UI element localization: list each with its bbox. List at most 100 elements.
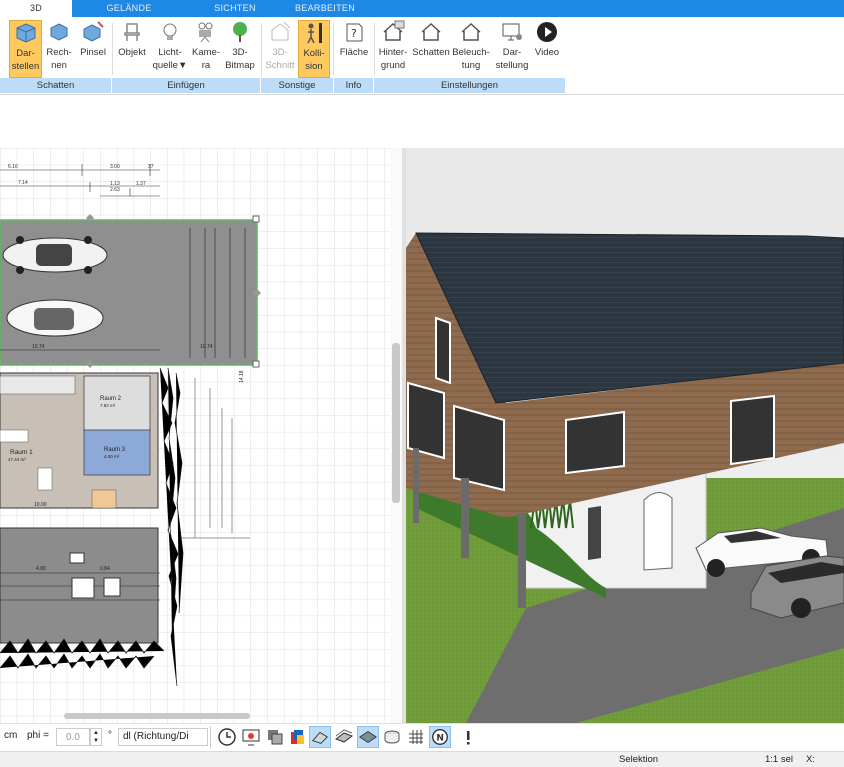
dimension-label: 2.63 (110, 187, 120, 193)
mode-status: Selektion (619, 754, 659, 765)
tab-sichten[interactable]: SICHTEN (206, 0, 264, 17)
group-divider (374, 23, 375, 75)
rechnen-button[interactable]: Rech- nen (44, 20, 74, 72)
dining-table[interactable] (91, 489, 117, 509)
surface-view-icon[interactable] (357, 726, 379, 748)
dimension-label: 0.84 (100, 566, 110, 572)
button-label: Fläche (339, 47, 369, 58)
button-label: Beleuch- (452, 47, 490, 58)
3d-view[interactable] (406, 148, 844, 723)
dimension-label: 3.00 (110, 164, 120, 170)
tree-icon (233, 22, 247, 42)
button-label: Hinter- (378, 47, 408, 58)
button-label: Rech- (46, 47, 72, 58)
button-label: Dar- (16, 48, 35, 59)
scale-status: 1:1 sel (765, 754, 793, 765)
scrollbar-thumb[interactable] (64, 713, 250, 719)
button-label: ra (201, 60, 211, 71)
tab-3d[interactable]: 3D (0, 0, 72, 17)
phi-input[interactable] (56, 728, 90, 746)
roof-view-icon[interactable] (309, 726, 331, 748)
button-label: stellung (495, 60, 529, 71)
beleuchtung-button[interactable]: Beleuch- tung (452, 20, 490, 72)
button-label: nen (51, 60, 67, 71)
play-icon (537, 22, 557, 42)
texture-view-icon[interactable] (333, 726, 355, 748)
plan-horizontal-scrollbar[interactable] (0, 710, 390, 722)
kamera-button[interactable]: Kame- ra (192, 20, 220, 72)
stairs[interactable] (0, 375, 76, 395)
button-label: 3D- (232, 47, 248, 58)
chair-icon (124, 23, 140, 41)
dimension-label: 10.00 (34, 502, 47, 508)
scrollbar-thumb[interactable] (392, 343, 400, 503)
video-button[interactable]: Video (533, 20, 561, 59)
button-label: tung (461, 60, 481, 71)
schatten-settings-button[interactable]: Schatten (411, 20, 451, 59)
layers-icon[interactable] (264, 726, 286, 748)
group-divider (261, 23, 262, 75)
north-compass-icon[interactable]: N (429, 726, 451, 748)
group-sonstige: Sonstige (261, 78, 333, 93)
screen-render-icon[interactable] (240, 726, 262, 748)
lichtquelle-button[interactable]: Licht- quelle▼ (152, 20, 188, 72)
button-label: quelle (152, 60, 178, 71)
flaeche-button[interactable]: ? Fläche (337, 20, 371, 59)
floor-plan-view[interactable]: 6.16 3.00 37 7.14 1.13 1.37 2.63 10.74 1… (0, 148, 390, 723)
button-label: grund (380, 60, 406, 71)
cube-icon (16, 23, 35, 43)
plan-vertical-scrollbar[interactable] (390, 148, 402, 723)
hintergrund-button[interactable]: Hinter- grund (376, 20, 410, 72)
group-divider (112, 23, 113, 75)
button-label: stellen (11, 61, 40, 72)
front-door[interactable] (643, 492, 673, 571)
tab-gelaende[interactable]: GELÄNDE (100, 0, 158, 17)
dropdown-arrow-icon[interactable]: ▼ (178, 60, 187, 71)
kollision-button[interactable]: Kolli- sion (298, 20, 330, 78)
info-marker-icon[interactable] (457, 726, 479, 748)
car-top-view-1[interactable] (2, 236, 108, 274)
area-info-icon: ? (346, 23, 363, 42)
button-label: Bitmap (225, 60, 255, 71)
floor-plan-canvas[interactable]: 6.16 3.00 37 7.14 1.13 1.37 2.63 10.74 1… (0, 148, 390, 723)
stack-view-icon[interactable] (381, 726, 403, 748)
car-top-view-2[interactable] (6, 299, 104, 337)
table[interactable] (71, 577, 95, 599)
button-label: Schnitt (265, 60, 295, 71)
objekt-button[interactable]: Objekt (117, 20, 147, 59)
room-2[interactable] (83, 375, 151, 432)
sofa[interactable] (0, 429, 29, 443)
button-label: Kolli- (303, 48, 325, 59)
table[interactable] (103, 577, 121, 597)
room-label: Raum 1 (10, 449, 33, 456)
3d-scene[interactable] (406, 148, 844, 723)
darstellen-button[interactable]: Dar- stellen (9, 20, 42, 78)
grid-icon[interactable] (405, 726, 427, 748)
ribbon-tab-bar: 3D GELÄNDE SICHTEN BEARBEITEN (0, 0, 844, 17)
dimension-label: 14.18 (239, 370, 245, 383)
button-label: sion (305, 61, 323, 72)
button-label: Licht- (158, 47, 182, 58)
phi-label: phi = (27, 730, 49, 741)
3d-bitmap-button[interactable]: 3D- Bitmap (222, 20, 258, 72)
darstellung-button[interactable]: Dar- stellung (493, 20, 531, 72)
select-value: dl (Richtung/Di (123, 731, 189, 742)
tab-bearbeiten[interactable]: BEARBEITEN (292, 0, 358, 17)
paint-bucket-icon[interactable] (286, 726, 308, 748)
chair[interactable] (69, 552, 85, 564)
direction-select[interactable]: dl (Richtung/Di (118, 728, 208, 746)
group-info: Info (334, 78, 373, 93)
clock-icon[interactable] (216, 726, 238, 748)
person-collision-icon (307, 23, 322, 44)
armchair[interactable] (37, 467, 53, 491)
camera-icon (198, 22, 213, 43)
svg-text:?: ? (351, 27, 357, 40)
group-divider (333, 23, 334, 75)
button-label: Schatten (412, 47, 450, 58)
button-label: 3D- (272, 47, 288, 58)
3d-schnitt-button[interactable]: 3D- Schnitt (264, 20, 296, 72)
dimension-label: 37 (148, 164, 154, 170)
pinsel-button[interactable]: Pinsel (78, 20, 108, 59)
phi-stepper[interactable]: ▲ ▼ (90, 728, 102, 746)
ribbon: Dar- stellen Rech- nen Pinsel Objekt Lic… (0, 17, 844, 95)
